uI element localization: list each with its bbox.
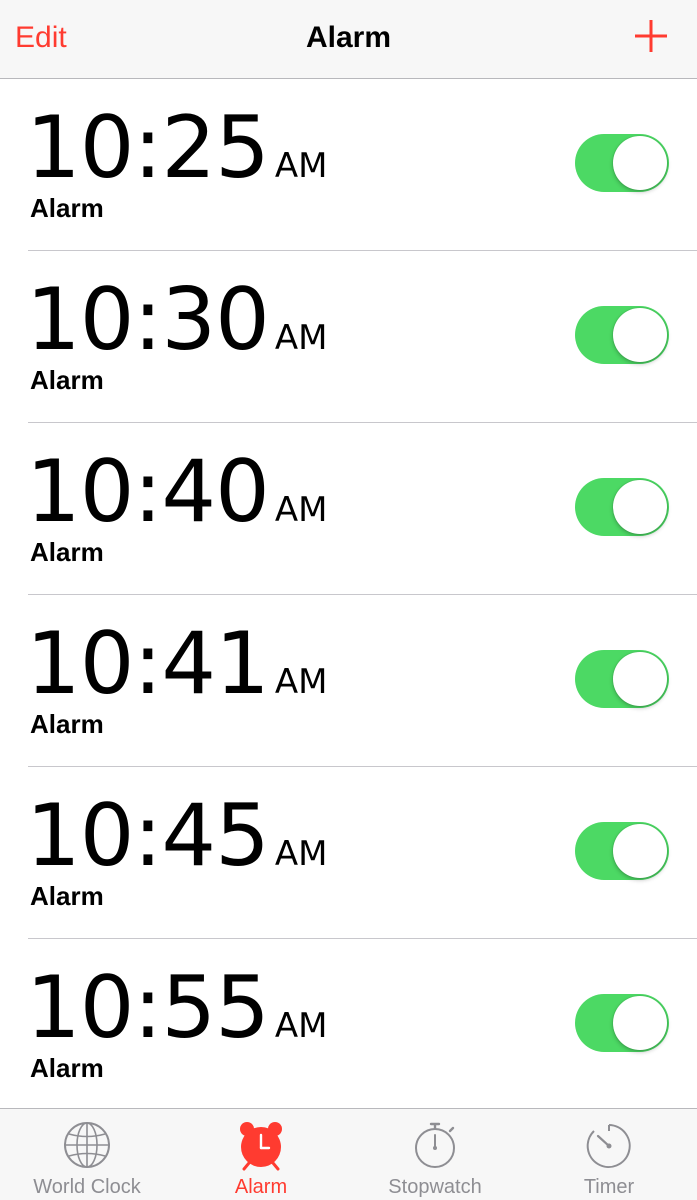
alarm-label: Alarm (30, 365, 104, 395)
tab-world-clock[interactable]: World Clock (0, 1109, 174, 1200)
tab-bar: World Clock Alarm Stopwatch Timer (0, 1108, 697, 1200)
alarm-clock-icon (235, 1119, 287, 1171)
plus-icon[interactable] (633, 18, 669, 54)
alarm-am-pm: AM (274, 662, 328, 702)
alarm-label: Alarm (30, 537, 104, 567)
page-title: Alarm (305, 21, 392, 54)
alarm-row[interactable]: 10:41 AM Alarm (0, 595, 697, 767)
navigation-bar: Edit Alarm (0, 0, 697, 79)
alarm-row[interactable]: 10:55 AM Alarm (0, 939, 697, 1111)
alarm-label: Alarm (30, 881, 104, 911)
alarm-row[interactable]: 10:45 AM Alarm (0, 767, 697, 939)
alarm-label: Alarm (30, 1053, 104, 1083)
alarm-toggle[interactable] (575, 478, 669, 536)
toggle-knob (613, 136, 667, 190)
tab-label: Stopwatch (388, 1176, 482, 1198)
alarm-label: Alarm (30, 193, 104, 223)
alarm-row[interactable]: 10:30 AM Alarm (0, 251, 697, 423)
alarm-am-pm: AM (274, 146, 328, 186)
timer-icon (583, 1119, 635, 1171)
alarm-time-digits: 10:55 (26, 958, 270, 1058)
alarm-toggle[interactable] (575, 822, 669, 880)
tab-stopwatch[interactable]: Stopwatch (348, 1109, 522, 1200)
alarm-am-pm: AM (274, 318, 328, 358)
alarm-time-digits: 10:40 (26, 442, 270, 542)
tab-label: Timer (583, 1176, 635, 1198)
alarm-screen: Edit Alarm 10:25AM Alarm 10:30AM Alarm (0, 0, 697, 1200)
alarm-time-digits: 10:25 (26, 98, 270, 198)
tab-alarm[interactable]: Alarm (174, 1109, 348, 1200)
alarm-row[interactable]: 10:25 AM Alarm (0, 79, 697, 251)
alarm-time-digits: 10:30 (26, 270, 270, 370)
alarm-am-pm: AM (274, 834, 328, 874)
alarm-time-digits: 10:45 (26, 786, 270, 886)
tab-timer[interactable]: Timer (522, 1109, 696, 1200)
toggle-knob (613, 652, 667, 706)
alarm-toggle[interactable] (575, 134, 669, 192)
alarm-toggle[interactable] (575, 994, 669, 1052)
globe-icon (61, 1119, 113, 1171)
alarm-row[interactable]: 10:40 AM Alarm (0, 423, 697, 595)
tab-label: Alarm (234, 1176, 288, 1198)
stopwatch-icon (409, 1119, 461, 1171)
alarm-time-digits: 10:41 (26, 614, 270, 714)
toggle-knob (613, 824, 667, 878)
alarm-list: 10:25 AM Alarm 10:30 AM Alarm 10:40 AM Alar… (0, 79, 697, 1111)
alarm-label: Alarm (30, 709, 104, 739)
tab-label: World Clock (33, 1176, 141, 1198)
alarm-toggle[interactable] (575, 306, 669, 364)
toggle-knob (613, 480, 667, 534)
alarm-toggle[interactable] (575, 650, 669, 708)
alarm-am-pm: AM (274, 490, 328, 530)
alarm-am-pm: AM (274, 1006, 328, 1046)
toggle-knob (613, 308, 667, 362)
toggle-knob (613, 996, 667, 1050)
